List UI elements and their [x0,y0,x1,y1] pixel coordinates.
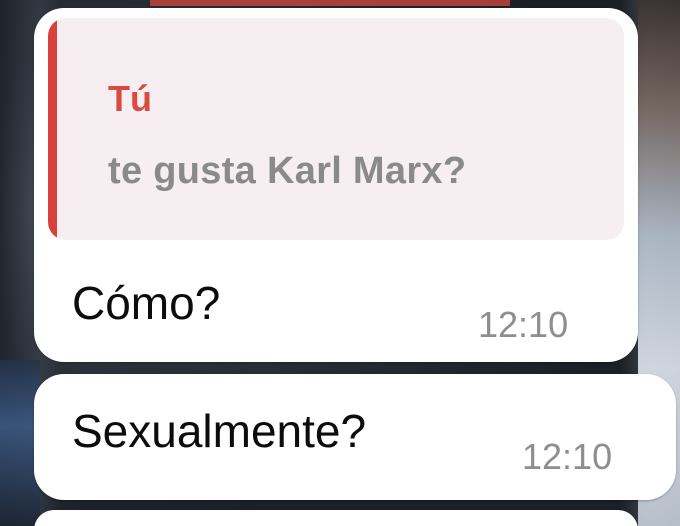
quoted-text: te gusta Karl Marx? [108,150,467,192]
message-bubble[interactable]: Tú te gusta Karl Marx? Cómo? 12:10 [34,8,638,362]
message-timestamp: 12:10 [478,304,569,345]
message-timestamp: 12:10 [522,436,613,477]
quoted-reply[interactable]: Tú te gusta Karl Marx? [48,18,624,240]
message-text: Cómo? [72,277,221,329]
quote-accent-bar [48,18,57,240]
message-text: Sexualmente? [72,405,367,457]
background-photo-top [150,0,510,6]
message-bubble[interactable]: Sexualmente? 12:10 [34,374,676,500]
quoted-author: Tú [108,78,152,119]
message-bubble-partial[interactable] [34,510,638,526]
